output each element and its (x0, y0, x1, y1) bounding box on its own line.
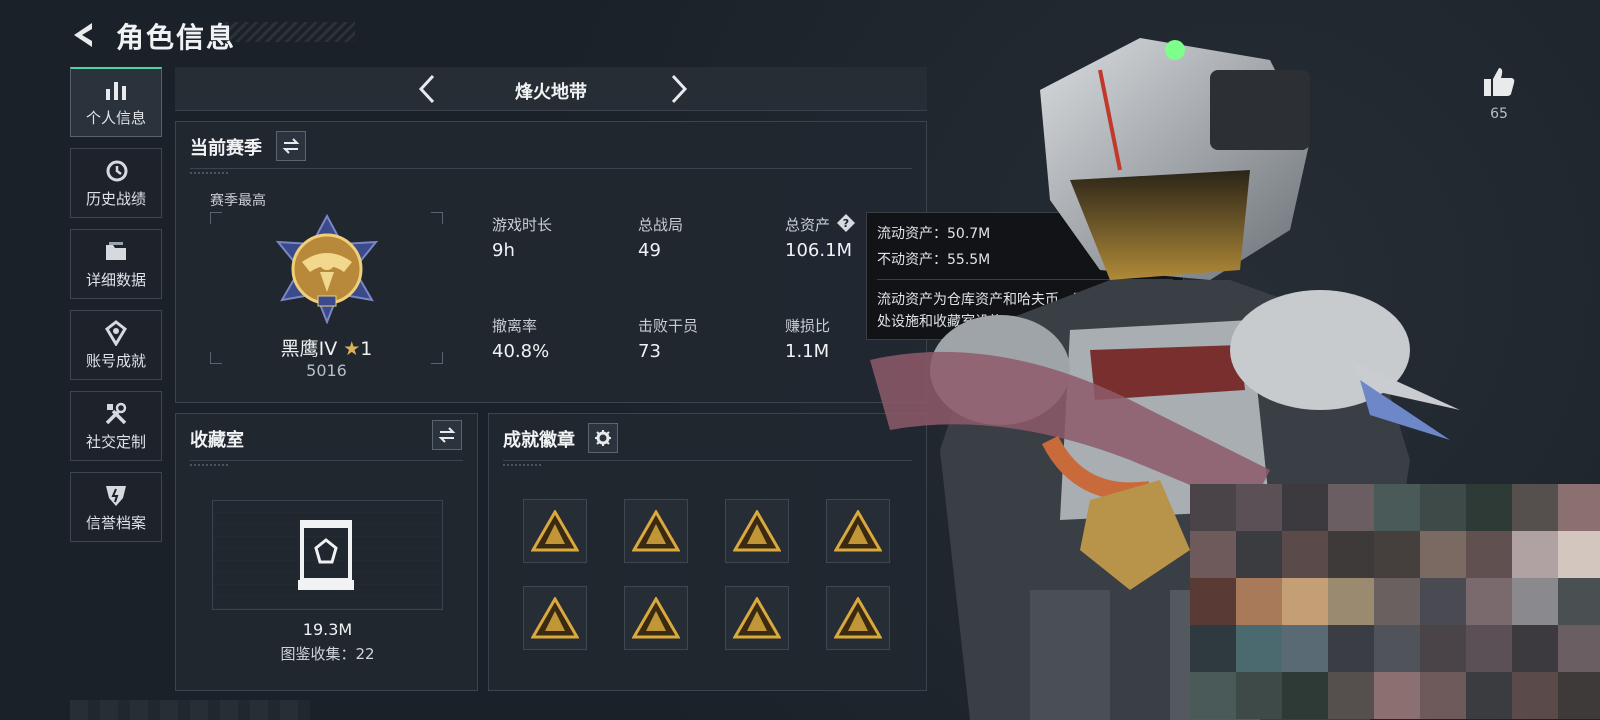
sidebar-item-history[interactable]: 历史战绩 (70, 148, 162, 218)
collection-switch-button[interactable] (432, 420, 462, 450)
sidebar-item-details[interactable]: 详细数据 (70, 229, 162, 299)
bar-chart-icon (106, 82, 126, 100)
achievement-badge[interactable] (624, 499, 688, 563)
sidebar-item-label: 历史战绩 (85, 189, 146, 208)
badge-triangle-icon (632, 597, 680, 639)
stat-value-kills: 73 (638, 341, 661, 362)
folder-icon (106, 241, 126, 260)
achievement-badge[interactable] (725, 499, 789, 563)
star-icon: ★ (343, 338, 361, 360)
stat-label-total-assets: 总资产 (785, 216, 831, 234)
achievement-badge[interactable] (523, 586, 587, 650)
badge-settings-button[interactable] (588, 423, 618, 453)
achievement-badge[interactable] (624, 586, 688, 650)
mode-title: 烽火地带 (515, 82, 587, 103)
badges-title: 成就徽章 (503, 430, 575, 451)
display-case-icon (298, 520, 354, 590)
swap-icon (282, 138, 300, 154)
back-arrow-icon[interactable] (70, 20, 100, 50)
achievement-badge[interactable] (826, 586, 890, 650)
stat-value-profit-ratio: 1.1M (785, 341, 830, 362)
stat-label-matches: 总战局 (638, 216, 684, 234)
rank-name: 黑鹰IV ★1 (210, 334, 443, 361)
page-title: 角色信息 (116, 21, 237, 54)
sidebar-item-label: 账号成就 (85, 351, 146, 370)
badge-triangle-icon (834, 510, 882, 552)
sidebar-item-reputation[interactable]: 信誉档案 (70, 472, 162, 542)
stat-value-playtime: 9h (492, 240, 515, 261)
title-decoration (225, 22, 355, 42)
divider (190, 460, 463, 466)
badge-triangle-icon (531, 597, 579, 639)
season-title: 当前赛季 (190, 138, 262, 159)
stat-value-total-assets: 106.1M (785, 240, 853, 261)
mode-selector: 烽火地带 (175, 67, 927, 111)
swap-icon (438, 427, 456, 443)
achievement-badge[interactable] (826, 499, 890, 563)
chevron-right-icon[interactable] (663, 73, 693, 105)
sidebar-item-social[interactable]: 社交定制 (70, 391, 162, 461)
sidebar-item-label: 个人信息 (85, 109, 146, 127)
stat-value-extraction-rate: 40.8% (492, 341, 550, 362)
sidebar-item-achievements[interactable]: 账号成就 (70, 310, 162, 380)
season-best-label: 赛季最高 (210, 193, 266, 209)
stat-label-playtime: 游戏时长 (492, 216, 553, 234)
achievement-icon (105, 319, 127, 346)
sidebar: 个人信息 历史战绩 详细数据 账号成就 社交定制 信誉档案 (70, 67, 162, 553)
sidebar-item-personal-info[interactable]: 个人信息 (70, 67, 162, 137)
badge-triangle-icon (834, 597, 882, 639)
gear-icon (595, 430, 611, 446)
collection-title: 收藏室 (190, 430, 244, 451)
sidebar-item-label: 详细数据 (85, 270, 146, 289)
collection-count: 图鉴收集：22 (280, 645, 375, 663)
stat-label-kills: 击败干员 (638, 317, 699, 335)
bottom-decoration (70, 700, 310, 720)
stat-label-profit-ratio: 赚损比 (785, 317, 831, 335)
like-count: 65 (1490, 106, 1508, 122)
rank-level: 1 (360, 338, 373, 360)
stat-value-matches: 49 (638, 240, 661, 261)
rank-emblem-icon (275, 214, 379, 324)
rank-score: 5016 (306, 361, 347, 380)
history-clock-icon (106, 160, 128, 181)
reputation-icon (106, 485, 126, 506)
stat-label-extraction-rate: 撤离率 (492, 317, 538, 335)
achievement-badge[interactable] (523, 499, 587, 563)
rank-name-text: 黑鹰IV (280, 338, 338, 360)
season-switch-button[interactable] (276, 131, 306, 161)
achievement-badge[interactable] (725, 586, 789, 650)
thumbs-up-icon[interactable] (1482, 66, 1516, 98)
svg-text:?: ? (843, 217, 849, 230)
sidebar-item-label: 信誉档案 (85, 513, 146, 532)
collection-value: 19.3M (302, 620, 353, 639)
badge-triangle-icon (632, 510, 680, 552)
badge-triangle-icon (733, 510, 781, 552)
sidebar-item-label: 社交定制 (85, 432, 146, 451)
divider (190, 168, 912, 174)
badge-triangle-icon (733, 597, 781, 639)
badge-triangle-icon (531, 510, 579, 552)
tools-icon (105, 402, 127, 424)
pixelated-region (1190, 484, 1600, 720)
